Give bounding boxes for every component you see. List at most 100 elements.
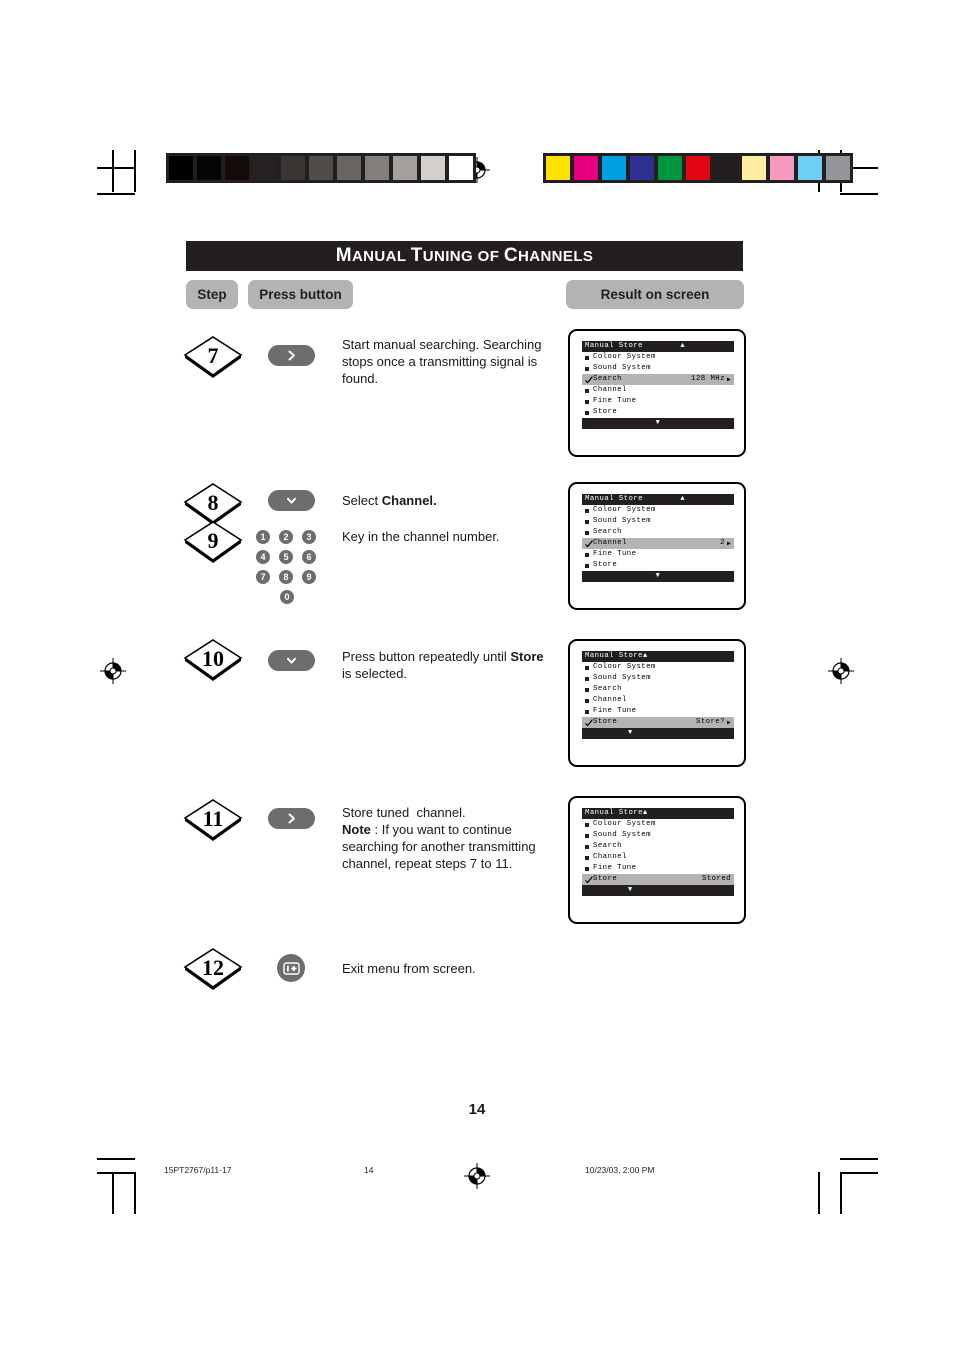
keypad-key-1[interactable]: 1 [256, 530, 270, 544]
osd-scroll-down-arrow-icon[interactable]: ▼ [656, 418, 661, 429]
step-11-note-text: : If you want to continue searching for … [342, 822, 536, 871]
column-header-step: Step [186, 280, 238, 309]
step-number-7: 7 [207, 343, 219, 368]
osd-menu: Manual Store ▲ Colour System Sound System Se… [582, 341, 734, 429]
osd-menu-item-label: Channel [593, 852, 627, 861]
osd-menu-item-label: Colour System [593, 662, 656, 671]
osd-menu-item[interactable]: Colour System [582, 352, 734, 363]
page-title: MANUAL TUNING OF CHANNELS [186, 241, 743, 271]
calibration-swatch [742, 156, 766, 180]
bullet-icon [585, 665, 589, 670]
remote-menu-exit-button-step12[interactable] [277, 954, 305, 982]
crop-mark-top-left-bar [134, 150, 136, 192]
osd-menu-item[interactable]: Store Stored [582, 874, 734, 885]
osd-menu-item[interactable]: Channel [582, 385, 734, 396]
keypad-key-4[interactable]: 4 [256, 550, 270, 564]
osd-bottom-bar: ▼ [582, 728, 734, 739]
osd-menu-item-label: Sound System [593, 673, 651, 682]
osd-menu-item-value: Stored [702, 874, 731, 885]
calibration-swatch [574, 156, 598, 180]
osd-menu-item[interactable]: Fine Tune [582, 863, 734, 874]
osd-menu-item[interactable]: Sound System [582, 830, 734, 841]
osd-screen-step11: Manual Store ▲ Colour System Sound System Se… [568, 796, 746, 924]
osd-menu-item[interactable]: Colour System [582, 505, 734, 516]
keypad-key-2[interactable]: 2 [279, 530, 293, 544]
column-header-step-label: Step [197, 287, 227, 302]
keypad-key-6[interactable]: 6 [302, 550, 316, 564]
crop-mark-top-right-h2 [840, 193, 878, 195]
bullet-icon [585, 508, 589, 513]
crop-mark-top-left-v [112, 150, 114, 192]
column-header-result-on-screen: Result on screen [566, 280, 744, 309]
crop-mark-bottom-left-corner [97, 1172, 135, 1174]
osd-menu-item[interactable]: Search [582, 527, 734, 538]
remote-down-button-step8[interactable] [268, 490, 315, 511]
bullet-icon [585, 822, 589, 827]
osd-menu-item-label: Colour System [593, 819, 656, 828]
osd-right-arrow-icon[interactable]: ▶ [727, 717, 731, 728]
keypad-key-0[interactable]: 0 [280, 590, 294, 604]
osd-right-arrow-icon[interactable]: ▶ [727, 374, 731, 385]
osd-scroll-up-arrow-icon[interactable]: ▲ [643, 808, 648, 819]
calibration-swatch [197, 156, 221, 180]
keypad-key-5[interactable]: 5 [279, 550, 293, 564]
osd-menu-item[interactable]: Search [582, 684, 734, 695]
osd-menu-item[interactable]: Store [582, 407, 734, 418]
step-marker-11: 11 [182, 797, 244, 841]
osd-menu-item-label: Search [593, 527, 622, 536]
page-title-text: MANUAL TUNING OF CHANNELS [335, 245, 594, 266]
keypad-key-8[interactable]: 8 [279, 570, 293, 584]
remote-right-arrow-button-step7[interactable] [268, 345, 315, 366]
osd-menu-item[interactable]: Store Store? ▶ [582, 717, 734, 728]
bullet-icon [585, 698, 589, 703]
remote-down-button-step10[interactable] [268, 650, 315, 671]
osd-menu-item[interactable]: Search 128 MHz ▶ [582, 374, 734, 385]
osd-menu-item[interactable]: Store [582, 560, 734, 571]
osd-menu-item-label: Sound System [593, 363, 651, 372]
bullet-icon [585, 410, 589, 415]
osd-menu-item[interactable]: Fine Tune [582, 706, 734, 717]
osd-menu-item[interactable]: Channel [582, 695, 734, 706]
check-icon [585, 539, 593, 548]
osd-scroll-down-arrow-icon[interactable]: ▼ [628, 728, 633, 739]
chevron-down-icon [287, 657, 296, 664]
osd-menu-item[interactable]: Fine Tune [582, 549, 734, 560]
osd-scroll-up-arrow-icon[interactable]: ▲ [643, 651, 648, 662]
osd-scroll-down-arrow-icon[interactable]: ▼ [628, 885, 633, 896]
osd-scroll-down-arrow-icon[interactable]: ▼ [656, 571, 661, 582]
osd-menu: Manual Store ▲ Colour System Sound System Se… [582, 651, 734, 739]
osd-bottom-bar: ▼ [582, 885, 734, 896]
osd-menu-item[interactable]: Channel 2 ▶ [582, 538, 734, 549]
osd-menu-item[interactable]: Search [582, 841, 734, 852]
osd-menu-item[interactable]: Sound System [582, 673, 734, 684]
crop-mark-top-left-corner-h [97, 193, 135, 195]
osd-scroll-up-arrow-icon[interactable]: ▲ [680, 341, 731, 352]
osd-right-arrow-icon[interactable]: ▶ [727, 538, 731, 549]
osd-screen-step8: Manual Store ▲ Colour System Sound System Se… [568, 482, 746, 610]
calibration-swatch [253, 156, 277, 180]
step-7-instruction: Start manual searching. Searching stops … [342, 337, 542, 386]
calibration-swatch [686, 156, 710, 180]
osd-menu-item[interactable]: Colour System [582, 662, 734, 673]
remote-right-arrow-button-step11[interactable] [268, 808, 315, 829]
osd-menu-item-label: Fine Tune [593, 396, 637, 405]
crop-mark-bottom-left-v [112, 1172, 114, 1214]
osd-menu-item[interactable]: Sound System [582, 516, 734, 527]
calibration-swatch [658, 156, 682, 180]
keypad-key-3[interactable]: 3 [302, 530, 316, 544]
bullet-icon [585, 709, 589, 714]
calibration-swatch [714, 156, 738, 180]
step-8-instruction-emphasis: Channel. [381, 493, 437, 508]
keypad-key-9[interactable]: 9 [302, 570, 316, 584]
bullet-icon [585, 388, 589, 393]
footer-right: 10/23/03, 2:00 PM [585, 1165, 655, 1175]
step-10-instruction-suffix: is selected. [342, 666, 408, 681]
numeric-keypad[interactable]: 123 456 7890 [256, 530, 318, 610]
osd-menu-item[interactable]: Colour System [582, 819, 734, 830]
osd-menu-item[interactable]: Sound System [582, 363, 734, 374]
osd-scroll-up-arrow-icon[interactable]: ▲ [680, 494, 731, 505]
osd-menu-item[interactable]: Fine Tune [582, 396, 734, 407]
osd-menu-item[interactable]: Channel [582, 852, 734, 863]
crop-mark-top-left-h [97, 167, 135, 169]
keypad-key-7[interactable]: 7 [256, 570, 270, 584]
